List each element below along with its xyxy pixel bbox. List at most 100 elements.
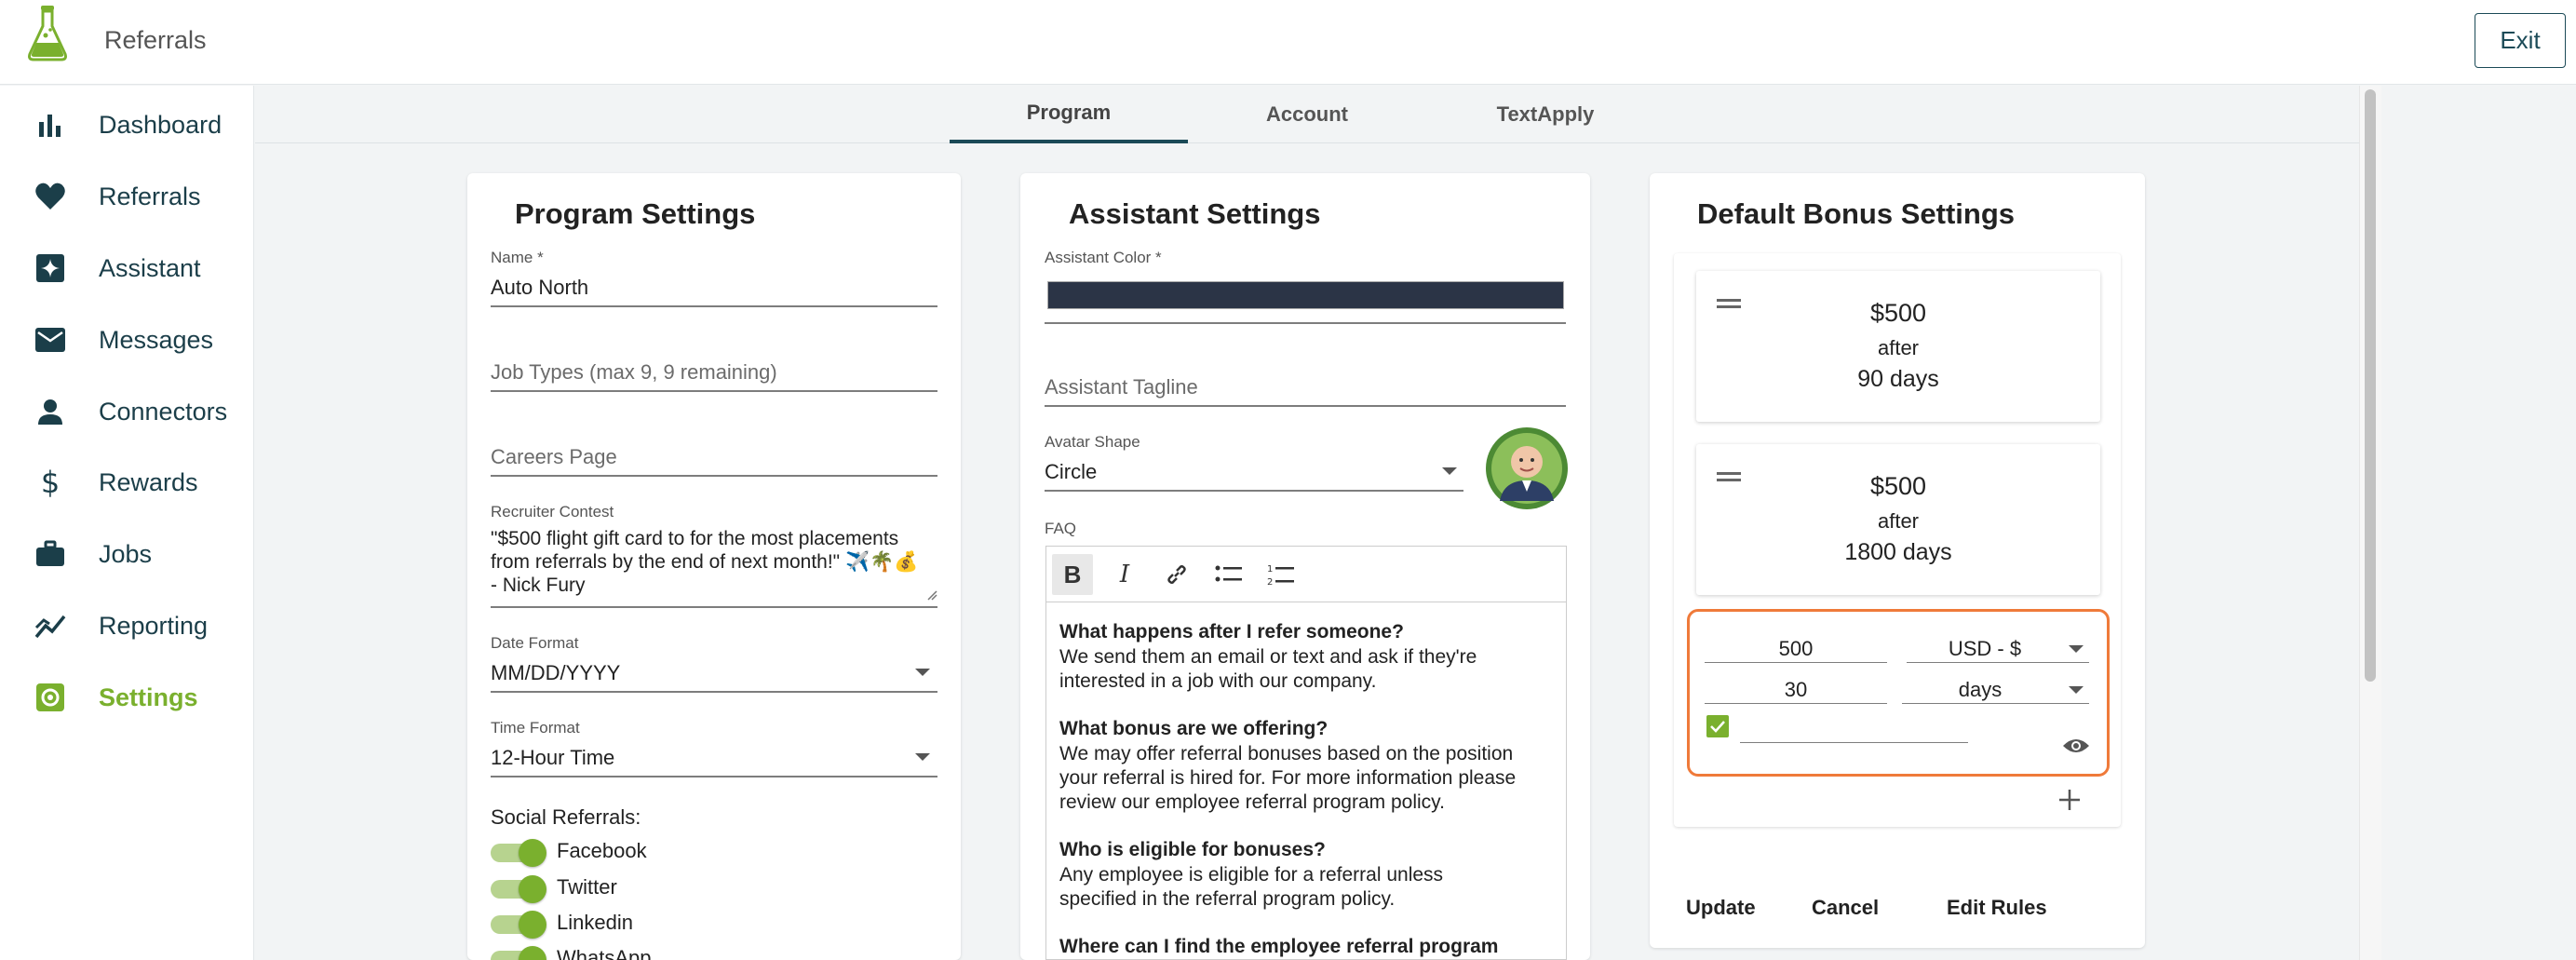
sidebar-item-jobs[interactable]: Jobs: [0, 526, 254, 582]
chevron-down-icon[interactable]: [2069, 645, 2084, 653]
sparkle-icon: [32, 250, 69, 287]
dollar-icon: $: [40, 465, 61, 500]
currency-underline: [1907, 662, 2089, 663]
contest-line-1: "$500 flight gift card to for the most p…: [491, 528, 899, 549]
contest-underline: [491, 606, 937, 608]
chevron-down-icon[interactable]: [915, 753, 930, 761]
sidebar-item-label: Settings: [99, 683, 198, 711]
checkbox-checked-icon[interactable]: [1706, 715, 1729, 737]
bonus-amount: $500: [1869, 299, 1927, 327]
chevron-down-icon[interactable]: [2069, 686, 2084, 694]
bonus-duration-input[interactable]: 30: [1705, 678, 1887, 702]
name-label: Name *: [491, 249, 544, 266]
sidebar-item-referrals[interactable]: Referrals: [0, 169, 254, 224]
avatar-shape-underline: [1045, 490, 1463, 492]
program-settings-title: Program Settings: [515, 197, 756, 230]
tab-textapply[interactable]: TextApply: [1426, 86, 1665, 143]
eye-icon[interactable]: [2062, 736, 2090, 756]
bold-icon[interactable]: B: [1052, 554, 1093, 595]
bonus-rule-card[interactable]: $500 after 1800 days: [1696, 444, 2100, 595]
bullet-list-icon[interactable]: [1208, 554, 1249, 595]
sidebar-item-label: Dashboard: [99, 110, 223, 139]
tagline-underline: [1045, 405, 1566, 407]
faq-editor-toolbar: B I 12: [1045, 546, 1567, 602]
sidebar-item-connectors[interactable]: Connectors: [0, 384, 254, 439]
facebook-toggle[interactable]: [491, 837, 546, 867]
sidebar-item-dashboard[interactable]: Dashboard: [0, 97, 254, 153]
avatar[interactable]: [1485, 426, 1569, 510]
faq-answer-line: review our employee referral program pol…: [1059, 791, 1445, 813]
tab-program[interactable]: Program: [950, 86, 1188, 143]
bar-chart-icon: [32, 106, 69, 143]
careers-page-input[interactable]: Careers Page: [491, 445, 617, 469]
contest-line-3: - Nick Fury: [491, 575, 586, 596]
svg-text:1: 1: [1267, 564, 1273, 575]
add-rule-plus-icon[interactable]: [2057, 788, 2082, 812]
chevron-down-icon[interactable]: [915, 669, 930, 676]
name-field[interactable]: Auto North: [491, 276, 588, 300]
faq-label: FAQ: [1045, 520, 1077, 537]
bonus-amount-input[interactable]: 500: [1705, 637, 1887, 661]
sidebar-item-messages[interactable]: Messages: [0, 312, 254, 368]
sidebar-item-reporting[interactable]: Reporting: [0, 598, 254, 654]
flask-logo-icon[interactable]: [26, 4, 69, 61]
edit-rules-button[interactable]: Edit Rules: [1947, 896, 2047, 920]
job-types-underline: [491, 390, 937, 392]
bonus-days: 90 days: [1857, 366, 1939, 392]
italic-icon[interactable]: I: [1104, 554, 1145, 595]
update-button[interactable]: Update: [1686, 896, 1756, 920]
faq-editor[interactable]: What happens after I refer someone? We s…: [1045, 602, 1567, 960]
faq-question: What happens after I refer someone?: [1059, 621, 1404, 642]
faq-question: Who is eligible for bonuses?: [1059, 839, 1326, 860]
assistant-color-label: Assistant Color *: [1045, 249, 1162, 266]
resize-handle-icon[interactable]: [926, 589, 937, 601]
bonus-settings-title: Default Bonus Settings: [1697, 197, 2016, 230]
sidebar-item-rewards[interactable]: $ Rewards: [0, 454, 254, 510]
duration-unit-select[interactable]: days: [1902, 678, 2058, 702]
job-types-input[interactable]: Job Types (max 9, 9 remaining): [491, 360, 777, 385]
sidebar-item-label: Reporting: [99, 611, 209, 640]
numbered-list-icon[interactable]: 12: [1261, 554, 1301, 595]
bonus-note-underline[interactable]: [1740, 742, 1968, 743]
link-icon[interactable]: [1156, 554, 1197, 595]
person-icon: [32, 393, 69, 430]
time-format-label: Time Format: [491, 719, 580, 737]
assistant-color-underline: [1045, 322, 1566, 324]
sidebar-item-label: Rewards: [99, 467, 198, 496]
chevron-down-icon[interactable]: [1442, 467, 1457, 475]
exit-button[interactable]: Exit: [2475, 13, 2566, 68]
social-referrals-label: Social Referrals:: [491, 805, 641, 829]
assistant-settings-title: Assistant Settings: [1069, 197, 1321, 230]
recruiter-contest-textarea[interactable]: "$500 flight gift card to for the most p…: [491, 528, 937, 604]
assistant-tagline-input[interactable]: Assistant Tagline: [1045, 375, 1198, 399]
envelope-icon: [32, 321, 69, 358]
faq-question: Where can I find the employee referral p…: [1059, 936, 1499, 957]
sidebar-item-settings[interactable]: Settings: [0, 669, 254, 725]
bonus-rule-card[interactable]: $500 after 90 days: [1696, 271, 2100, 422]
faq-answer-line: Any employee is eligible for a referral …: [1059, 864, 1444, 886]
linkedin-toggle[interactable]: [491, 909, 546, 939]
date-format-select[interactable]: MM/DD/YYYY: [491, 661, 620, 685]
whatsapp-toggle[interactable]: [491, 944, 546, 960]
settings-icon: [32, 679, 69, 716]
scrollbar-thumb[interactable]: [2365, 89, 2376, 682]
unit-underline: [1902, 703, 2089, 704]
sidebar-item-assistant[interactable]: Assistant: [0, 240, 254, 296]
date-format-label: Date Format: [491, 634, 579, 652]
twitter-toggle[interactable]: [491, 873, 546, 903]
currency-select[interactable]: USD - $: [1907, 637, 2063, 661]
sidebar-item-label: Referrals: [99, 182, 201, 210]
time-format-select[interactable]: 12-Hour Time: [491, 746, 614, 770]
sidebar-item-label: Assistant: [99, 253, 201, 282]
bonus-after-label: after: [1877, 336, 1920, 359]
careers-page-underline: [491, 475, 937, 477]
settings-tabs: Program Account TextApply: [255, 86, 2359, 143]
assistant-color-swatch[interactable]: [1047, 281, 1564, 309]
recruiter-contest-label: Recruiter Contest: [491, 503, 614, 521]
app-title: Referrals: [104, 26, 207, 54]
app-header: Referrals Exit: [0, 0, 2576, 85]
tab-account[interactable]: Account: [1188, 86, 1426, 143]
cancel-button[interactable]: Cancel: [1812, 896, 1879, 920]
avatar-shape-select[interactable]: Circle: [1045, 460, 1097, 484]
faq-answer-line: We may offer referral bonuses based on t…: [1059, 743, 1514, 764]
